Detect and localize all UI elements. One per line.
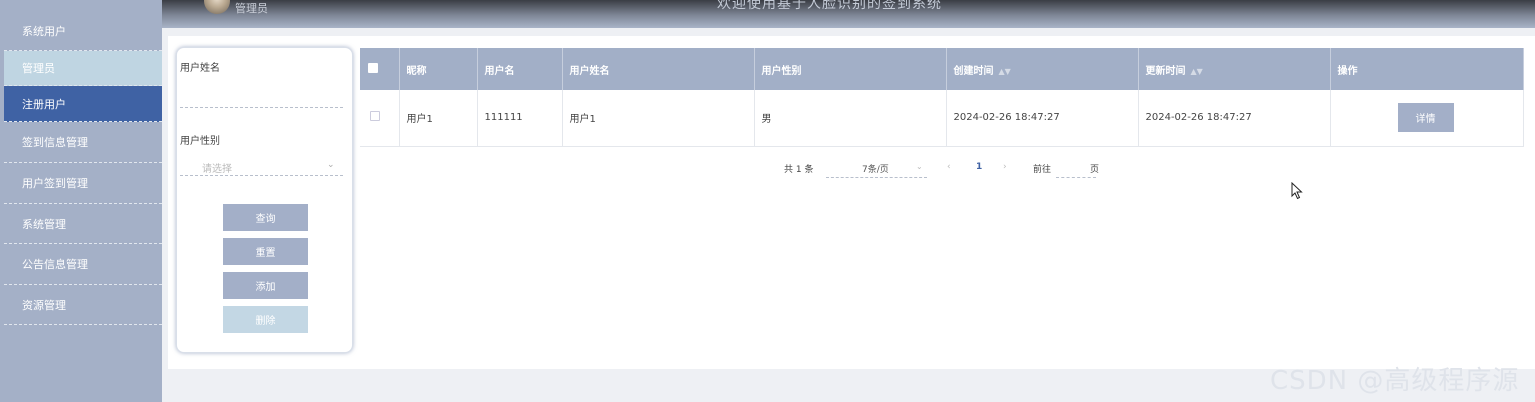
- reset-button[interactable]: 重置: [223, 238, 308, 265]
- col-gender: 用户性别: [754, 48, 947, 90]
- add-button[interactable]: 添加: [223, 272, 308, 299]
- col-action: 操作: [1330, 48, 1524, 90]
- cell-nickname: 用户1: [399, 90, 478, 147]
- page-number-current[interactable]: 1: [976, 162, 982, 172]
- watermark: CSDN @高级程序源: [1270, 366, 1520, 396]
- sidebar-item-system[interactable]: 系统管理: [4, 204, 162, 244]
- users-table: 昵称 用户名 用户姓名 用户性别 创建时间 ▲▼ 更新时间 ▲▼ 操作 用户1 11…: [360, 48, 1524, 147]
- page-size-value: 7条/页: [862, 165, 889, 175]
- col-created-label: 创建时间: [953, 65, 994, 77]
- avatar[interactable]: [204, 0, 230, 14]
- gender-label: 用户性别: [180, 136, 220, 147]
- mouse-cursor-icon: [1291, 182, 1303, 200]
- user-role: 管理员: [235, 2, 268, 15]
- sidebar-item-registered-users[interactable]: 注册用户: [4, 86, 162, 122]
- chevron-down-icon: ⌄: [327, 160, 335, 170]
- delete-button[interactable]: 删除: [223, 306, 308, 333]
- col-realname: 用户姓名: [562, 48, 755, 90]
- page-size-select[interactable]: 7条/页 ⌄: [826, 160, 927, 178]
- name-label: 用户姓名: [180, 63, 220, 74]
- col-created[interactable]: 创建时间 ▲▼: [946, 48, 1139, 90]
- next-page-icon[interactable]: ›: [1003, 162, 1007, 172]
- sidebar: 系统用户 管理员 注册用户 签到信息管理 用户签到管理 系统管理 公告信息管理 …: [0, 0, 162, 402]
- sidebar-item-resources[interactable]: 资源管理: [4, 285, 162, 325]
- cell-created: 2024-02-26 18:47:27: [946, 90, 1139, 147]
- cell-username: 111111: [477, 90, 563, 147]
- cell-gender: 男: [754, 90, 947, 147]
- row-checkbox[interactable]: [370, 111, 380, 122]
- welcome-title: 欢迎使用基于人脸识别的签到系统: [717, 0, 942, 12]
- sidebar-item-system-users[interactable]: 系统用户: [4, 12, 162, 51]
- table-header-row: 昵称 用户名 用户姓名 用户性别 创建时间 ▲▼ 更新时间 ▲▼ 操作: [360, 48, 1524, 90]
- cell-realname: 用户1: [562, 90, 755, 147]
- cell-updated: 2024-02-26 18:47:27: [1138, 90, 1331, 147]
- goto-prefix: 前往: [1033, 165, 1052, 175]
- sidebar-item-announcements[interactable]: 公告信息管理: [4, 244, 162, 285]
- chevron-down-icon: ⌄: [916, 162, 923, 171]
- sidebar-item-checkin-info[interactable]: 签到信息管理: [4, 122, 162, 163]
- col-updated[interactable]: 更新时间 ▲▼: [1138, 48, 1331, 90]
- col-username: 用户名: [477, 48, 563, 90]
- total-count: 共 1 条: [784, 165, 814, 175]
- row-select-cell[interactable]: [360, 90, 400, 147]
- cell-action: 详情: [1330, 90, 1524, 147]
- select-all-cell[interactable]: [360, 48, 400, 90]
- goto-suffix: 页: [1090, 165, 1100, 175]
- sort-icon[interactable]: ▲▼: [1191, 67, 1203, 76]
- detail-button[interactable]: 详情: [1397, 103, 1454, 133]
- sidebar-item-user-checkin[interactable]: 用户签到管理: [4, 163, 162, 204]
- col-nickname: 昵称: [399, 48, 478, 90]
- top-header: 管理员 欢迎使用基于人脸识别的签到系统: [162, 0, 1535, 28]
- name-input[interactable]: [180, 86, 343, 108]
- sort-icon[interactable]: ▲▼: [999, 67, 1011, 76]
- query-button[interactable]: 查询: [223, 204, 308, 231]
- prev-page-icon[interactable]: ‹: [947, 162, 951, 172]
- search-panel: 用户姓名 用户性别 请选择 ⌄ 查询 重置 添加 删除: [176, 47, 353, 353]
- select-all-checkbox[interactable]: [368, 62, 378, 73]
- col-updated-label: 更新时间: [1145, 65, 1186, 77]
- gender-placeholder: 请选择: [202, 164, 232, 175]
- sidebar-item-admins[interactable]: 管理员: [4, 51, 162, 86]
- table-row: 用户1 111111 用户1 男 2024-02-26 18:47:27 202…: [360, 90, 1524, 147]
